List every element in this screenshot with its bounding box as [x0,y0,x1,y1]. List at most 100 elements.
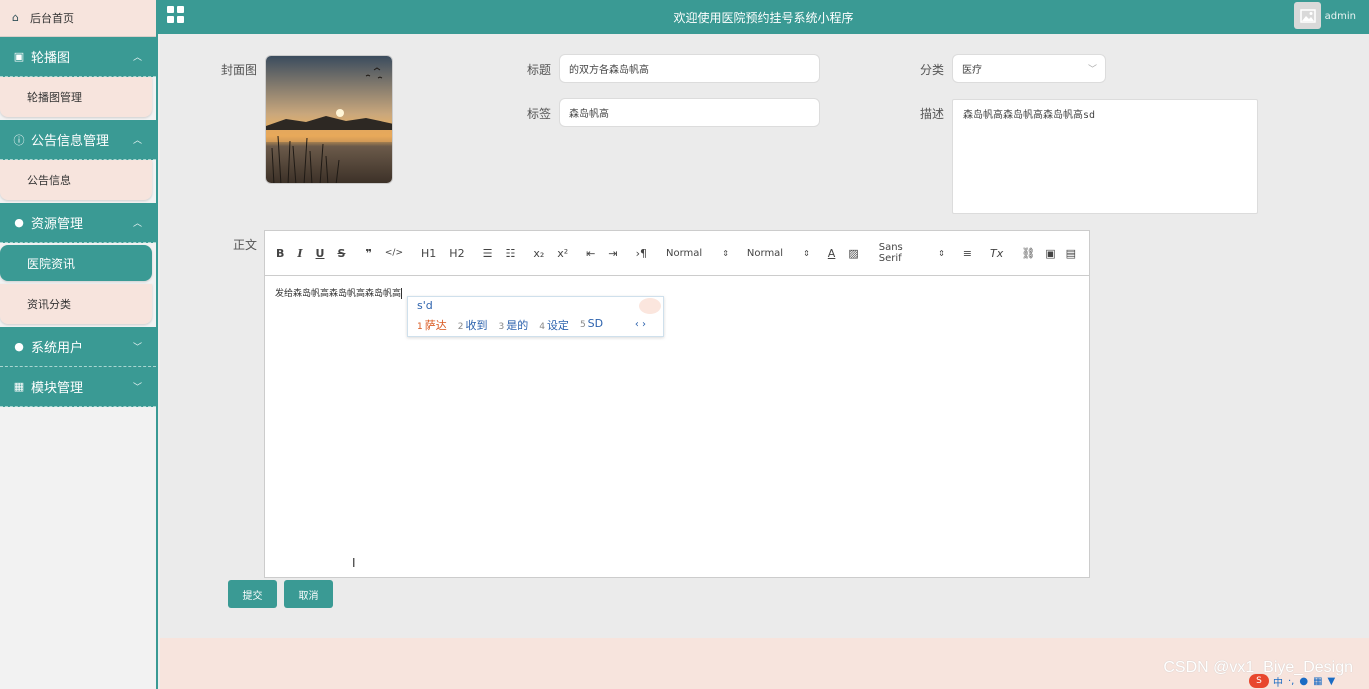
strike-button[interactable]: S [337,247,345,260]
home-icon: ⌂ [12,11,19,24]
chevron-down-icon: ﹀ [132,383,142,393]
title-label: 标题 [527,63,552,77]
tag-value: 森岛帆高 [569,109,609,120]
chevron-up-icon: ︿ [132,53,142,63]
ime-page-nav[interactable]: ‹ › [635,319,646,330]
page-title: 欢迎使用医院预约挂号系统小程序 [673,11,854,25]
microphone-icon[interactable]: ● [1299,676,1308,687]
indent-icon[interactable]: ⇥ [608,247,617,260]
ime-tray: S 中 ·, ● ▦ ▼ [1249,673,1369,689]
top-bar: 欢迎使用医院预约挂号系统小程序 admin [158,0,1369,34]
image-icon: ▣ [13,50,25,63]
updown-arrow-icon: ⇕ [722,248,729,258]
sidebar-group-users[interactable]: ● 系统用户 ﹀ [0,327,156,367]
tag-label: 标签 [527,107,552,121]
text-cursor [401,288,403,299]
size-select[interactable]: Normal ⇕ [666,248,729,259]
superscript-button[interactable]: x² [557,247,568,260]
punctuation-icon[interactable]: ·, [1288,676,1294,687]
code-block-button[interactable]: </> [385,248,403,258]
sidebar-group-notice[interactable]: ⓘ 公告信息管理 ︿ [0,120,156,160]
link-icon[interactable]: ⛓ [1021,247,1035,260]
sidebar-item-news-category[interactable]: 资讯分类 [0,284,152,324]
ime-candidate[interactable]: 3 是的 [498,317,528,333]
sidebar-group-carousel[interactable]: ▣ 轮播图 ︿ [0,37,156,77]
ime-logo-icon [639,298,661,314]
underline-button[interactable]: U [316,247,325,260]
ime-candidate[interactable]: 1 萨达 [417,317,447,333]
chevron-down-icon: ﹀ [132,343,142,353]
clear-format-icon[interactable]: Tx [990,247,1003,260]
keyboard-icon[interactable]: ▦ [1313,676,1322,687]
ime-candidate[interactable]: 4 设定 [539,317,569,333]
ordered-list-icon[interactable]: ☰ [483,247,493,260]
background-color-icon[interactable]: ▨ [848,247,858,260]
sidebar-item-label: 医院资讯 [27,256,76,271]
text-cursor-pointer-icon: I [352,556,356,570]
sidebar-group-label: 资源管理 [31,217,84,232]
ime-candidate[interactable]: 2 收到 [458,317,488,333]
ime-candidate-list: 1 萨达 2 收到 3 是的 4 设定 5 SD [417,317,614,333]
bold-button[interactable]: B [276,247,284,260]
desc-label: 描述 [920,107,945,121]
cancel-button[interactable]: 取消 [284,580,333,608]
desc-textarea[interactable]: 森岛帆高森岛帆高森岛帆高sd [952,99,1258,214]
desc-value: 森岛帆高森岛帆高森岛帆高sd [963,110,1096,121]
sogou-icon[interactable]: S [1249,674,1269,688]
outdent-icon[interactable]: ⇤ [586,247,595,260]
updown-arrow-icon: ⇕ [803,248,810,258]
chevron-up-icon: ︿ [132,219,142,229]
h2-button[interactable]: H2 [449,247,464,260]
bullet-list-icon[interactable]: ☷ [505,247,515,260]
sidebar-group-modules[interactable]: ▦ 模块管理 ﹀ [0,367,156,407]
sidebar-home-label: 后台首页 [30,12,74,25]
info-icon: ⓘ [13,133,25,147]
image-icon[interactable]: ▣ [1045,247,1055,260]
sidebar-item-label: 公告信息 [27,174,71,187]
username[interactable]: admin [1325,11,1356,22]
sidebar-group-label: 轮播图 [31,51,71,66]
blockquote-button[interactable]: ❞ [365,247,371,260]
title-input[interactable]: 的双方各森岛帆高 [559,54,820,83]
chevron-up-icon: ︿ [132,136,142,146]
sidebar-item-carousel-manage[interactable]: 轮播图管理 [0,77,152,117]
font-color-icon[interactable]: A [828,247,836,260]
chevron-down-icon: ﹀ [1087,65,1097,75]
ime-candidate[interactable]: 5 SD [580,317,603,333]
image-placeholder-icon [1299,8,1316,23]
sidebar-item-label: 轮播图管理 [27,91,82,104]
avatar[interactable] [1294,2,1321,29]
editor-text: 发给森岛帆高森岛帆高森岛帆高 [275,289,402,299]
sidebar-item-label: 资讯分类 [27,298,71,311]
skin-icon[interactable]: ▼ [1328,676,1336,687]
header-select[interactable]: Normal ⇕ [747,248,810,259]
ime-candidate-window: s'd 1 萨达 2 收到 3 是的 4 设定 5 SD ‹ › [407,296,664,337]
sidebar-group-resources[interactable]: ● 资源管理 ︿ [0,203,156,243]
location-pin-icon: ● [14,216,24,229]
h1-button[interactable]: H1 [421,247,436,260]
updown-arrow-icon: ⇕ [938,248,945,258]
grid-icon: ▦ [13,380,25,393]
sidebar-group-label: 系统用户 [31,341,84,356]
sidebar-item-hospital-news[interactable]: 医院资讯 [0,245,152,281]
sidebar-item-home[interactable]: ⌂ 后台首页 [0,0,156,37]
editor-content[interactable]: 发给森岛帆高森岛帆高森岛帆高 [265,276,1089,566]
user-icon: ● [14,340,24,353]
category-select[interactable]: 医疗 ﹀ [952,54,1106,83]
body-label: 正文 [233,238,258,252]
font-select[interactable]: Sans Serif ⇕ [879,242,945,264]
tag-input[interactable]: 森岛帆高 [559,98,820,127]
font-value: Sans Serif [878,242,903,264]
ime-composition: s'd [417,299,433,312]
sidebar-item-notice[interactable]: 公告信息 [0,160,152,200]
subscript-button[interactable]: x₂ [533,247,544,260]
align-icon[interactable]: ≡ [963,247,972,260]
italic-button[interactable]: I [297,247,302,260]
cover-image-upload[interactable] [265,55,393,184]
text-direction-button[interactable]: ›¶ [636,247,647,260]
chinese-mode-icon[interactable]: 中 [1273,674,1283,689]
sidebar: ⌂ 后台首页 ▣ 轮播图 ︿ 轮播图管理 ⓘ 公告信息管理 ︿ 公告信息 ● 资… [0,0,158,689]
submit-button[interactable]: 提交 [228,580,277,608]
video-icon[interactable]: ▤ [1066,247,1076,260]
sidebar-group-label: 公告信息管理 [31,134,110,149]
